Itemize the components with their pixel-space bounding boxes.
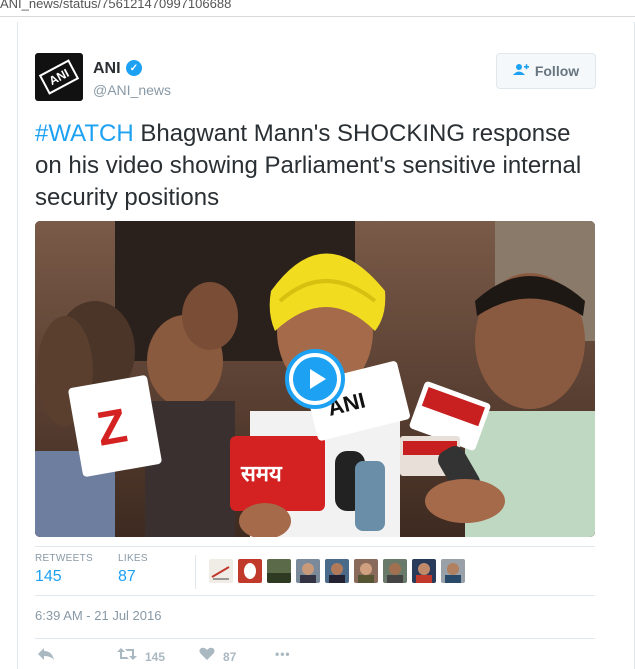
play-button[interactable] [285,349,345,409]
tweet-card: ANI ANI ✓ @ANI_news Follow #WATCH Bhagwa… [17,22,635,669]
heart-icon [199,647,215,666]
author-handle[interactable]: @ANI_news [93,82,171,98]
more-button[interactable]: ••• [275,647,291,661]
likes-stat[interactable]: LIKES 87 [118,553,148,586]
stats-divider [195,555,196,589]
add-person-icon [512,63,529,79]
liker-avatar[interactable] [354,559,378,583]
liker-avatar[interactable] [209,559,233,583]
reply-icon [37,647,55,666]
avatar[interactable]: ANI [35,53,83,101]
retweet-count: 145 [145,649,166,664]
liker-avatar[interactable] [238,559,262,583]
more-dots-icon: ••• [275,647,291,661]
liker-avatar[interactable] [441,559,465,583]
url-text: ANI_news/status/756121470997106688 [0,0,232,11]
liker-avatar[interactable] [296,559,320,583]
retweets-count: 145 [35,568,62,585]
tweet-actions: 145 87 ••• [35,638,595,666]
retweet-icon [117,647,137,666]
retweet-button[interactable]: 145 [117,647,165,666]
like-count: 87 [223,649,237,664]
likes-label: LIKES [118,553,148,564]
author-name[interactable]: ANI [93,60,121,78]
play-icon [293,357,337,401]
liker-avatar[interactable] [267,559,291,583]
tweet-timestamp[interactable]: 6:39 AM - 21 Jul 2016 [35,608,161,623]
reply-button[interactable] [37,647,55,666]
likes-count: 87 [118,568,136,585]
retweets-label: RETWEETS [35,553,93,564]
follow-button[interactable]: Follow [496,53,596,89]
tweet-stats: RETWEETS 145 LIKES 87 [35,546,595,596]
liker-avatar[interactable] [325,559,349,583]
svg-text:समय: समय [240,462,283,487]
retweets-stat[interactable]: RETWEETS 145 [35,553,93,586]
tweet-text: #WATCH Bhagwant Mann's SHOCKING response… [35,118,595,214]
hashtag-link[interactable]: #WATCH [35,120,134,147]
liker-avatar[interactable] [412,559,436,583]
ani-logo: ANI [38,59,80,95]
verified-badge-icon: ✓ [126,60,142,76]
liker-avatars [209,559,465,583]
video-thumbnail[interactable]: समय ANI Z [35,221,595,537]
like-button[interactable]: 87 [199,647,236,666]
browser-url-bar[interactable]: ANI_news/status/756121470997106688 [0,0,635,17]
follow-label: Follow [534,63,580,79]
liker-avatar[interactable] [383,559,407,583]
